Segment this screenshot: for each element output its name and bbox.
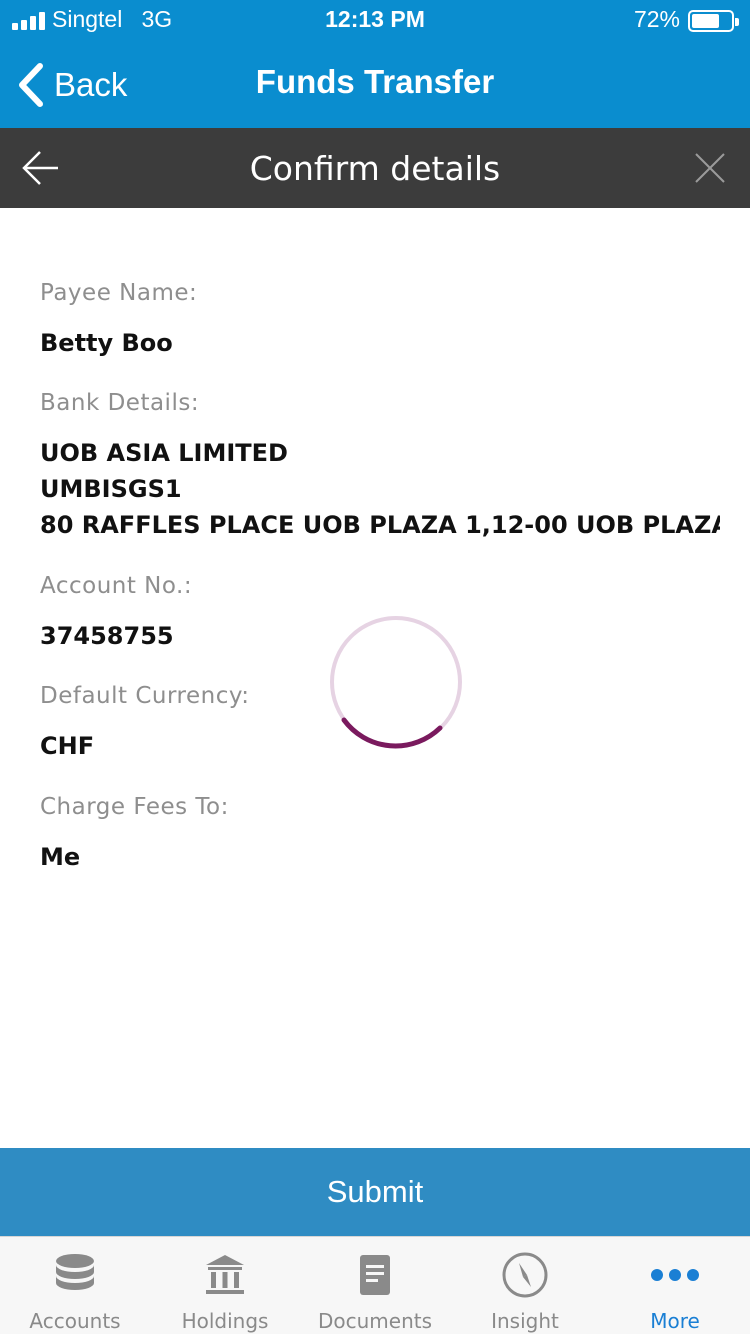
tab-more[interactable]: More — [600, 1237, 750, 1334]
document-icon — [360, 1255, 390, 1295]
tab-label: Holdings — [181, 1309, 269, 1333]
account-number-label: Account No.: — [40, 573, 193, 599]
tab-documents[interactable]: Documents — [300, 1237, 450, 1334]
close-icon[interactable] — [694, 152, 726, 184]
tab-label: Documents — [317, 1309, 433, 1333]
tab-accounts[interactable]: Accounts — [0, 1237, 150, 1334]
tab-insight[interactable]: Insight — [450, 1237, 600, 1334]
battery-icon — [688, 10, 739, 32]
charge-fees-field: Charge Fees To: Me — [40, 794, 720, 875]
bank-swift-code: UMBISGS1 — [40, 475, 182, 503]
confirm-header: Confirm details — [0, 128, 750, 208]
status-bar: Singtel 3G 12:13 PM 72% — [0, 0, 750, 40]
page-title: Funds Transfer — [255, 63, 495, 100]
tab-bar: Accounts Holdings Documents Insight More — [0, 1236, 750, 1334]
bank-details-label: Bank Details: — [40, 390, 200, 416]
top-nav-bar: Singtel 3G 12:13 PM 72% Back Funds Trans… — [0, 0, 750, 128]
payee-name-value: Betty Boo — [40, 329, 173, 357]
loading-spinner-icon — [330, 616, 462, 749]
payee-name-label: Payee Name: — [40, 280, 198, 306]
tab-label: Accounts — [29, 1309, 121, 1333]
more-dots-icon — [651, 1269, 699, 1281]
payee-name-field: Payee Name: Betty Boo — [40, 280, 720, 361]
tab-holdings[interactable]: Holdings — [150, 1237, 300, 1334]
charge-fees-label: Charge Fees To: — [40, 794, 229, 820]
tab-label: Insight — [491, 1309, 559, 1333]
compass-icon — [502, 1252, 548, 1298]
charge-fees-value: Me — [40, 843, 81, 871]
bank-details-value: UOB ASIA LIMITED UMBISGS1 80 RAFFLES PLA… — [40, 435, 720, 543]
database-icon — [56, 1254, 94, 1290]
confirm-title: Confirm details — [249, 149, 501, 188]
bank-address: 80 RAFFLES PLACE UOB PLAZA 1,12-00 UOB P… — [40, 511, 720, 539]
bank-name: UOB ASIA LIMITED — [40, 439, 288, 467]
battery-percent: 72% — [633, 6, 680, 32]
submit-button[interactable]: Submit — [0, 1148, 750, 1236]
bank-building-icon — [206, 1255, 244, 1294]
tab-label: More — [650, 1309, 700, 1333]
bank-details-field: Bank Details: UOB ASIA LIMITED UMBISGS1 … — [40, 390, 720, 543]
